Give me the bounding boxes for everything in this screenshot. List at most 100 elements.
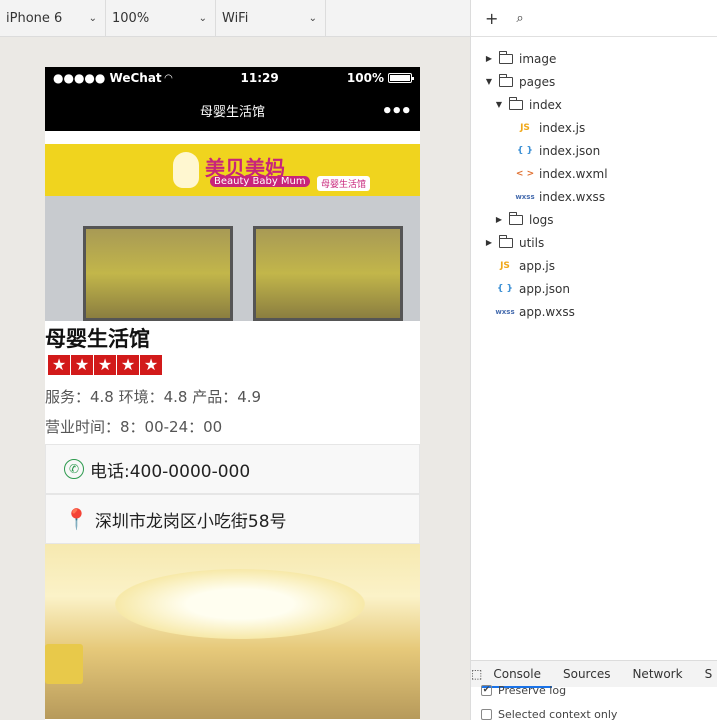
add-icon[interactable]: + bbox=[485, 9, 498, 28]
network-select-value: WiFi bbox=[222, 11, 249, 26]
file-tree-item[interactable]: ▶ image bbox=[471, 47, 717, 70]
file-tree-label: image bbox=[519, 51, 557, 66]
lamp bbox=[45, 644, 83, 684]
device-select-value: iPhone 6 bbox=[6, 11, 63, 26]
devtools-tab[interactable]: S bbox=[694, 661, 717, 688]
file-tree-item[interactable]: < > index.wxml bbox=[471, 162, 717, 185]
file-tree-label: index.js bbox=[539, 120, 586, 135]
storefront-image: 美贝美妈 Beauty Baby Mum 母婴生活馆 bbox=[45, 144, 420, 321]
caret-right-icon[interactable]: ▶ bbox=[483, 238, 495, 247]
file-tree-item[interactable]: { } index.json bbox=[471, 139, 717, 162]
file-tree-label: app.json bbox=[519, 281, 570, 296]
caret-down-icon[interactable]: ▼ bbox=[493, 100, 505, 109]
battery-icon bbox=[388, 73, 414, 83]
store-sign: 美贝美妈 Beauty Baby Mum 母婴生活馆 bbox=[45, 144, 420, 196]
simulator-toolbar: iPhone 6 ⌄ 100% ⌄ WiFi ⌄ bbox=[0, 0, 470, 37]
location-pin-icon: 📍 bbox=[64, 507, 89, 531]
file-tree-item[interactable]: { } app.json bbox=[471, 277, 717, 300]
ceiling-light bbox=[115, 569, 365, 639]
folder-icon bbox=[499, 50, 513, 64]
address-row[interactable]: 📍 深圳市龙岗区小吃街58号 bbox=[45, 494, 420, 544]
brand-subtitle: Beauty Baby Mum bbox=[210, 176, 310, 187]
wxss-file-icon: wxss bbox=[515, 192, 535, 201]
shop-ratings: 服务：4.8 环境：4.8 产品：4.9 bbox=[45, 388, 262, 406]
nav-bar: 母婴生活馆 ••• bbox=[45, 89, 420, 131]
preserve-log-option[interactable]: ✔ Preserve log bbox=[481, 684, 566, 697]
file-tree-item[interactable]: JS app.js bbox=[471, 254, 717, 277]
store-tag: 母婴生活馆 bbox=[317, 176, 371, 191]
wxml-file-icon: < > bbox=[515, 168, 535, 179]
status-bar: ●●●●● WeChat ◠ 11:29 100% bbox=[45, 67, 420, 89]
file-tree-label: pages bbox=[519, 74, 556, 89]
caret-right-icon[interactable]: ▶ bbox=[483, 54, 495, 63]
search-icon[interactable]: ⌕ bbox=[516, 11, 523, 26]
network-select[interactable]: WiFi ⌄ bbox=[216, 0, 326, 37]
folder-icon bbox=[509, 96, 523, 110]
star-icon: ★ bbox=[117, 355, 139, 375]
file-tree-label: app.js bbox=[519, 258, 555, 273]
file-tree-item[interactable]: ▶ logs bbox=[471, 208, 717, 231]
chevron-down-icon: ⌄ bbox=[198, 13, 207, 24]
status-time: 11:29 bbox=[240, 71, 279, 85]
more-icon[interactable]: ••• bbox=[381, 101, 411, 122]
phone-screen: ●●●●● WeChat ◠ 11:29 100% 母婴生活馆 ••• 美贝美妈… bbox=[45, 67, 420, 720]
caret-down-icon[interactable]: ▼ bbox=[483, 77, 495, 86]
file-tree-item[interactable]: ▼ pages bbox=[471, 70, 717, 93]
json-file-icon: { } bbox=[517, 145, 533, 156]
devtools-tab[interactable]: Network bbox=[621, 661, 693, 688]
star-icon: ★ bbox=[48, 355, 70, 375]
file-tree: ▶ image ▼ pages ▼ index JS index.js { } index.jso… bbox=[471, 37, 717, 323]
chevron-down-icon: ⌄ bbox=[88, 13, 97, 24]
js-file-icon: JS bbox=[500, 260, 510, 271]
file-tree-label: utils bbox=[519, 235, 545, 250]
shop-title: 母婴生活馆 bbox=[45, 327, 150, 351]
zoom-select[interactable]: 100% ⌄ bbox=[106, 0, 216, 37]
editor-panel: + ⌕ ▶ image ▼ pages ▼ index JS index.js { } index… bbox=[470, 0, 717, 721]
phone-number: 电话:400-0000-000 bbox=[90, 461, 251, 482]
shop-window bbox=[253, 226, 403, 321]
file-tree-label: index.wxml bbox=[539, 166, 608, 181]
file-tree-label: index.json bbox=[539, 143, 601, 158]
chevron-down-icon: ⌄ bbox=[308, 13, 317, 24]
star-rating: ★ ★ ★ ★ ★ bbox=[48, 355, 420, 375]
file-tree-item[interactable]: wxss app.wxss bbox=[471, 300, 717, 323]
shop-info: 母婴生活馆 ★ ★ ★ ★ ★ 服务：4.8 环境：4.8 产品：4.9 营业时间：8：… bbox=[45, 325, 420, 436]
file-tree-label: index bbox=[529, 97, 562, 112]
device-select[interactable]: iPhone 6 ⌄ bbox=[0, 0, 106, 37]
store-facade bbox=[45, 196, 420, 321]
checkbox-icon[interactable] bbox=[481, 709, 492, 720]
file-tree-item[interactable]: JS index.js bbox=[471, 116, 717, 139]
bunny-logo-icon bbox=[173, 152, 199, 188]
phone-row[interactable]: ✆ 电话:400-0000-000 bbox=[45, 444, 420, 494]
caret-right-icon[interactable]: ▶ bbox=[493, 215, 505, 224]
js-file-icon: JS bbox=[520, 122, 530, 133]
shop-window bbox=[83, 226, 233, 321]
selected-context-label: Selected context only bbox=[498, 708, 618, 721]
carrier-label: ●●●●● WeChat bbox=[53, 71, 162, 85]
devtools-tabs: ⬚ Console Sources Network S bbox=[471, 660, 717, 688]
nav-title: 母婴生活馆 bbox=[199, 104, 265, 120]
folder-icon bbox=[499, 73, 513, 87]
file-tree-label: logs bbox=[529, 212, 554, 227]
folder-icon bbox=[509, 211, 523, 225]
wifi-icon: ◠ bbox=[164, 72, 173, 84]
preserve-log-label: Preserve log bbox=[498, 684, 567, 697]
zoom-select-value: 100% bbox=[112, 11, 150, 26]
inspect-icon[interactable]: ⬚ bbox=[471, 667, 482, 681]
file-tree-item[interactable]: wxss index.wxss bbox=[471, 185, 717, 208]
file-tree-label: index.wxss bbox=[539, 189, 606, 204]
star-icon: ★ bbox=[94, 355, 116, 375]
shop-address: 深圳市龙岗区小吃街58号 bbox=[94, 511, 287, 532]
file-tree-item[interactable]: ▶ utils bbox=[471, 231, 717, 254]
file-toolbar: + ⌕ bbox=[471, 0, 717, 37]
file-tree-item[interactable]: ▼ index bbox=[471, 93, 717, 116]
star-icon: ★ bbox=[71, 355, 93, 375]
selected-context-option[interactable]: Selected context only bbox=[481, 708, 617, 721]
star-icon: ★ bbox=[140, 355, 162, 375]
json-file-icon: { } bbox=[497, 283, 513, 294]
wxss-file-icon: wxss bbox=[495, 307, 515, 316]
interior-image bbox=[45, 544, 420, 719]
checkbox-checked-icon[interactable]: ✔ bbox=[481, 685, 492, 696]
phone-icon: ✆ bbox=[64, 459, 84, 479]
